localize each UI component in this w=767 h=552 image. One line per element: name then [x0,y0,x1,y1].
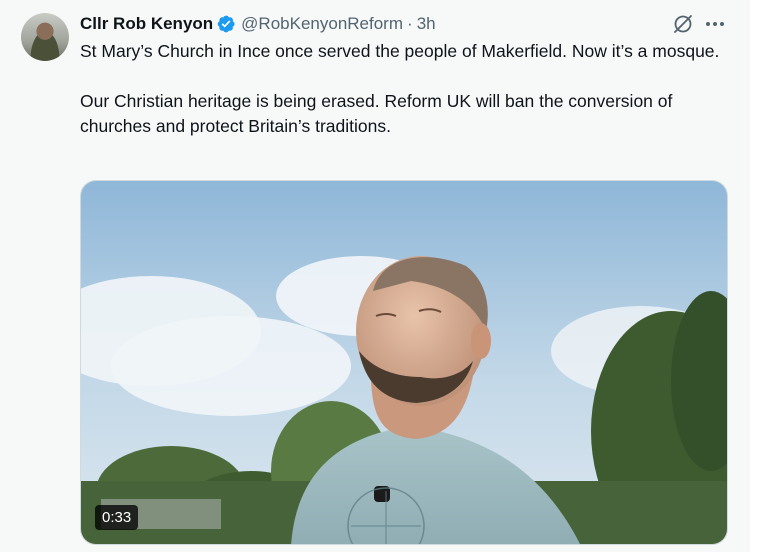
more-icon[interactable] [703,12,727,36]
verified-badge-icon[interactable] [216,14,236,34]
video-player[interactable]: 0:33 [80,180,728,545]
tweet-paragraph: Our Christian heritage is being erased. … [80,91,673,136]
author-handle[interactable]: @RobKenyonReform [241,14,403,34]
timestamp[interactable]: 3h [417,14,436,34]
tweet-text: St Mary’s Church in Ince once served the… [80,39,740,139]
tweet-paragraph: St Mary’s Church in Ince once served the… [80,41,720,61]
separator-dot: · [407,14,413,33]
tweet[interactable]: Cllr Rob Kenyon @RobKenyonReform · 3h St… [0,0,750,552]
page-edge [750,0,767,552]
video-frame [81,181,727,544]
author-name[interactable]: Cllr Rob Kenyon [80,14,213,34]
avatar[interactable] [21,13,69,61]
tweet-header: Cllr Rob Kenyon @RobKenyonReform · 3h [80,13,436,35]
grok-icon[interactable] [671,12,695,36]
video-duration: 0:33 [95,505,139,530]
